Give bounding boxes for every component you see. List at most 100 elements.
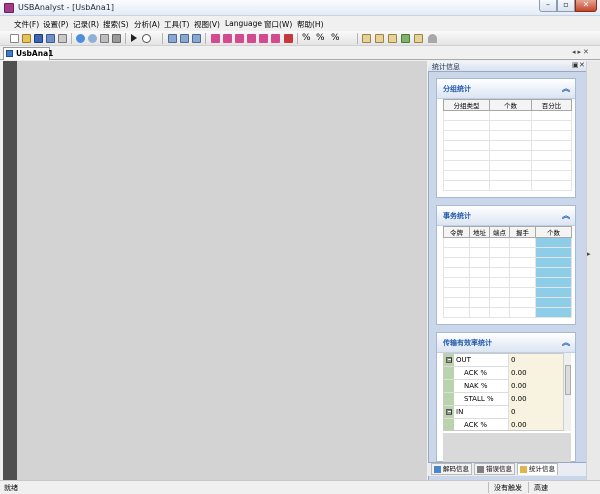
close-button[interactable]: ✕ [575, 0, 597, 12]
search-clear-icon[interactable] [284, 34, 293, 43]
collapse-chevron-icon[interactable]: ︽ [562, 83, 570, 94]
transaction-stats-section: 事务统计 ︽ 令牌 地址 端点 握手 个数 [436, 205, 576, 325]
tab-navigation-arrows-icon[interactable]: ◂▸✕ [572, 48, 591, 56]
menu-window[interactable]: 窗口(W) [264, 19, 292, 30]
search-icon-6[interactable] [271, 34, 280, 43]
grid-icon[interactable] [100, 34, 109, 43]
filter-icon-1[interactable] [168, 34, 177, 43]
efficiency-property-grid: ⊟ OUT 0 ACK % 0.00 NAK % 0.00 STALL % 0.… [443, 353, 571, 431]
window-title: USBAnalyst - [UsbAna1] [18, 3, 114, 12]
document-icon [6, 50, 13, 57]
toolbar: % % % [0, 31, 600, 46]
efficiency-row[interactable]: STALL % 0.00 [444, 393, 570, 406]
print-icon[interactable] [58, 34, 67, 43]
collapse-icon[interactable]: ⊟ [446, 409, 452, 416]
menu-view[interactable]: 视图(V) [194, 19, 220, 30]
app-icon [4, 3, 14, 13]
panel-icon-5[interactable] [414, 34, 423, 43]
main-view-area[interactable] [17, 61, 427, 480]
maximize-button[interactable]: ▫ [557, 0, 575, 12]
menu-language[interactable]: Language [225, 19, 262, 28]
collapse-chevron-icon[interactable]: ︽ [562, 337, 570, 348]
target-icon[interactable] [142, 34, 151, 43]
search-icon-5[interactable] [259, 34, 268, 43]
search-icon-2[interactable] [223, 34, 232, 43]
group-stats-title: 分组统计 [443, 85, 471, 93]
decode-icon [434, 466, 441, 473]
play-icon[interactable] [131, 34, 137, 42]
efficiency-row[interactable]: ACK % 0.00 [444, 419, 570, 430]
efficiency-scrollbar[interactable] [563, 353, 571, 431]
document-tab-bar [0, 46, 600, 60]
transaction-stats-title: 事务统计 [443, 212, 471, 220]
open-folder-icon[interactable] [22, 34, 31, 43]
menu-file[interactable]: 文件(F) [14, 19, 39, 30]
efficiency-row-in[interactable]: ⊟ IN 0 [444, 406, 570, 419]
panel-scrollbar[interactable] [586, 61, 600, 480]
search-icon-4[interactable] [247, 34, 256, 43]
panel-icon-1[interactable] [362, 34, 371, 43]
tab-error-info[interactable]: 错误信息 [474, 463, 515, 475]
group-stats-header[interactable]: 分组统计 ︽ [437, 79, 575, 99]
search-icon-1[interactable] [211, 34, 220, 43]
menu-bar: 文件(F) 设置(P) 记录(R) 搜索(S) 分析(A) 工具(T) 视图(V… [0, 17, 600, 31]
filter-icon-3[interactable] [192, 34, 201, 43]
column-header[interactable]: 个数 [489, 99, 532, 111]
refresh-icon[interactable] [88, 34, 97, 43]
column-header[interactable]: 端点 [489, 226, 510, 238]
collapse-chevron-icon[interactable]: ︽ [562, 210, 570, 221]
efficiency-description-area [443, 433, 571, 462]
efficiency-row-out[interactable]: ⊟ OUT 0 [444, 354, 570, 367]
group-stats-table: 分组类型 个数 百分比 [443, 99, 572, 191]
percent-icon-2[interactable]: % [316, 34, 325, 43]
menu-settings[interactable]: 设置(P) [43, 19, 68, 30]
menu-tools[interactable]: 工具(T) [164, 19, 189, 30]
capture-icon[interactable] [76, 34, 85, 43]
left-ruler-strip [3, 61, 17, 480]
panel-icon-3[interactable] [388, 34, 397, 43]
menu-search[interactable]: 搜索(S) [103, 19, 129, 30]
efficiency-stats-section: 传输有效率统计 ︽ ⊟ OUT 0 ACK % 0.00 NAK % 0.00 … [436, 332, 576, 462]
scroll-arrow-icon[interactable]: ▸ [587, 250, 591, 258]
device-icon[interactable] [112, 34, 121, 43]
efficiency-stats-header[interactable]: 传输有效率统计 ︽ [437, 333, 575, 353]
search-icon-3[interactable] [235, 34, 244, 43]
minimize-button[interactable]: – [539, 0, 557, 12]
scroll-thumb[interactable] [565, 365, 571, 395]
menu-help[interactable]: 帮助(H) [297, 19, 324, 30]
efficiency-row[interactable]: NAK % 0.00 [444, 380, 570, 393]
stats-panel-title: 统计信息 [432, 63, 460, 71]
stats-icon [520, 466, 527, 473]
column-header[interactable]: 百分比 [531, 99, 572, 111]
pin-icon[interactable]: ▣ [572, 61, 579, 69]
save-icon[interactable] [34, 34, 43, 43]
error-list-icon [477, 466, 484, 473]
column-header[interactable]: 分组类型 [443, 99, 490, 111]
panel-icon-2[interactable] [375, 34, 384, 43]
panel-close-icon[interactable]: ✕ [579, 61, 585, 69]
menu-record[interactable]: 记录(R) [73, 19, 99, 30]
status-speed: 高速 [534, 484, 548, 492]
download-icon[interactable] [428, 34, 437, 43]
group-stats-section: 分组统计 ︽ 分组类型 个数 百分比 [436, 78, 576, 198]
menu-analysis[interactable]: 分析(A) [134, 19, 160, 30]
column-header[interactable]: 握手 [509, 226, 536, 238]
percent-icon-3[interactable]: % [331, 34, 340, 43]
status-ready: 就绪 [4, 484, 18, 492]
transaction-stats-table: 令牌 地址 端点 握手 个数 [443, 226, 572, 318]
panel-icon-4[interactable] [401, 34, 410, 43]
column-header[interactable]: 个数 [535, 226, 572, 238]
column-header[interactable]: 令牌 [443, 226, 470, 238]
efficiency-stats-title: 传输有效率统计 [443, 339, 492, 347]
save-all-icon[interactable] [46, 34, 55, 43]
filter-icon-2[interactable] [180, 34, 189, 43]
status-trigger: 没有触发 [494, 484, 522, 492]
tab-stats-info[interactable]: 统计信息 [517, 463, 558, 475]
percent-icon-1[interactable]: % [302, 34, 311, 43]
column-header[interactable]: 地址 [469, 226, 490, 238]
efficiency-row[interactable]: ACK % 0.00 [444, 367, 570, 380]
tab-decode-info[interactable]: 解码信息 [431, 463, 472, 475]
collapse-icon[interactable]: ⊟ [446, 357, 452, 364]
transaction-stats-header[interactable]: 事务统计 ︽ [437, 206, 575, 226]
new-file-icon[interactable] [10, 34, 19, 43]
